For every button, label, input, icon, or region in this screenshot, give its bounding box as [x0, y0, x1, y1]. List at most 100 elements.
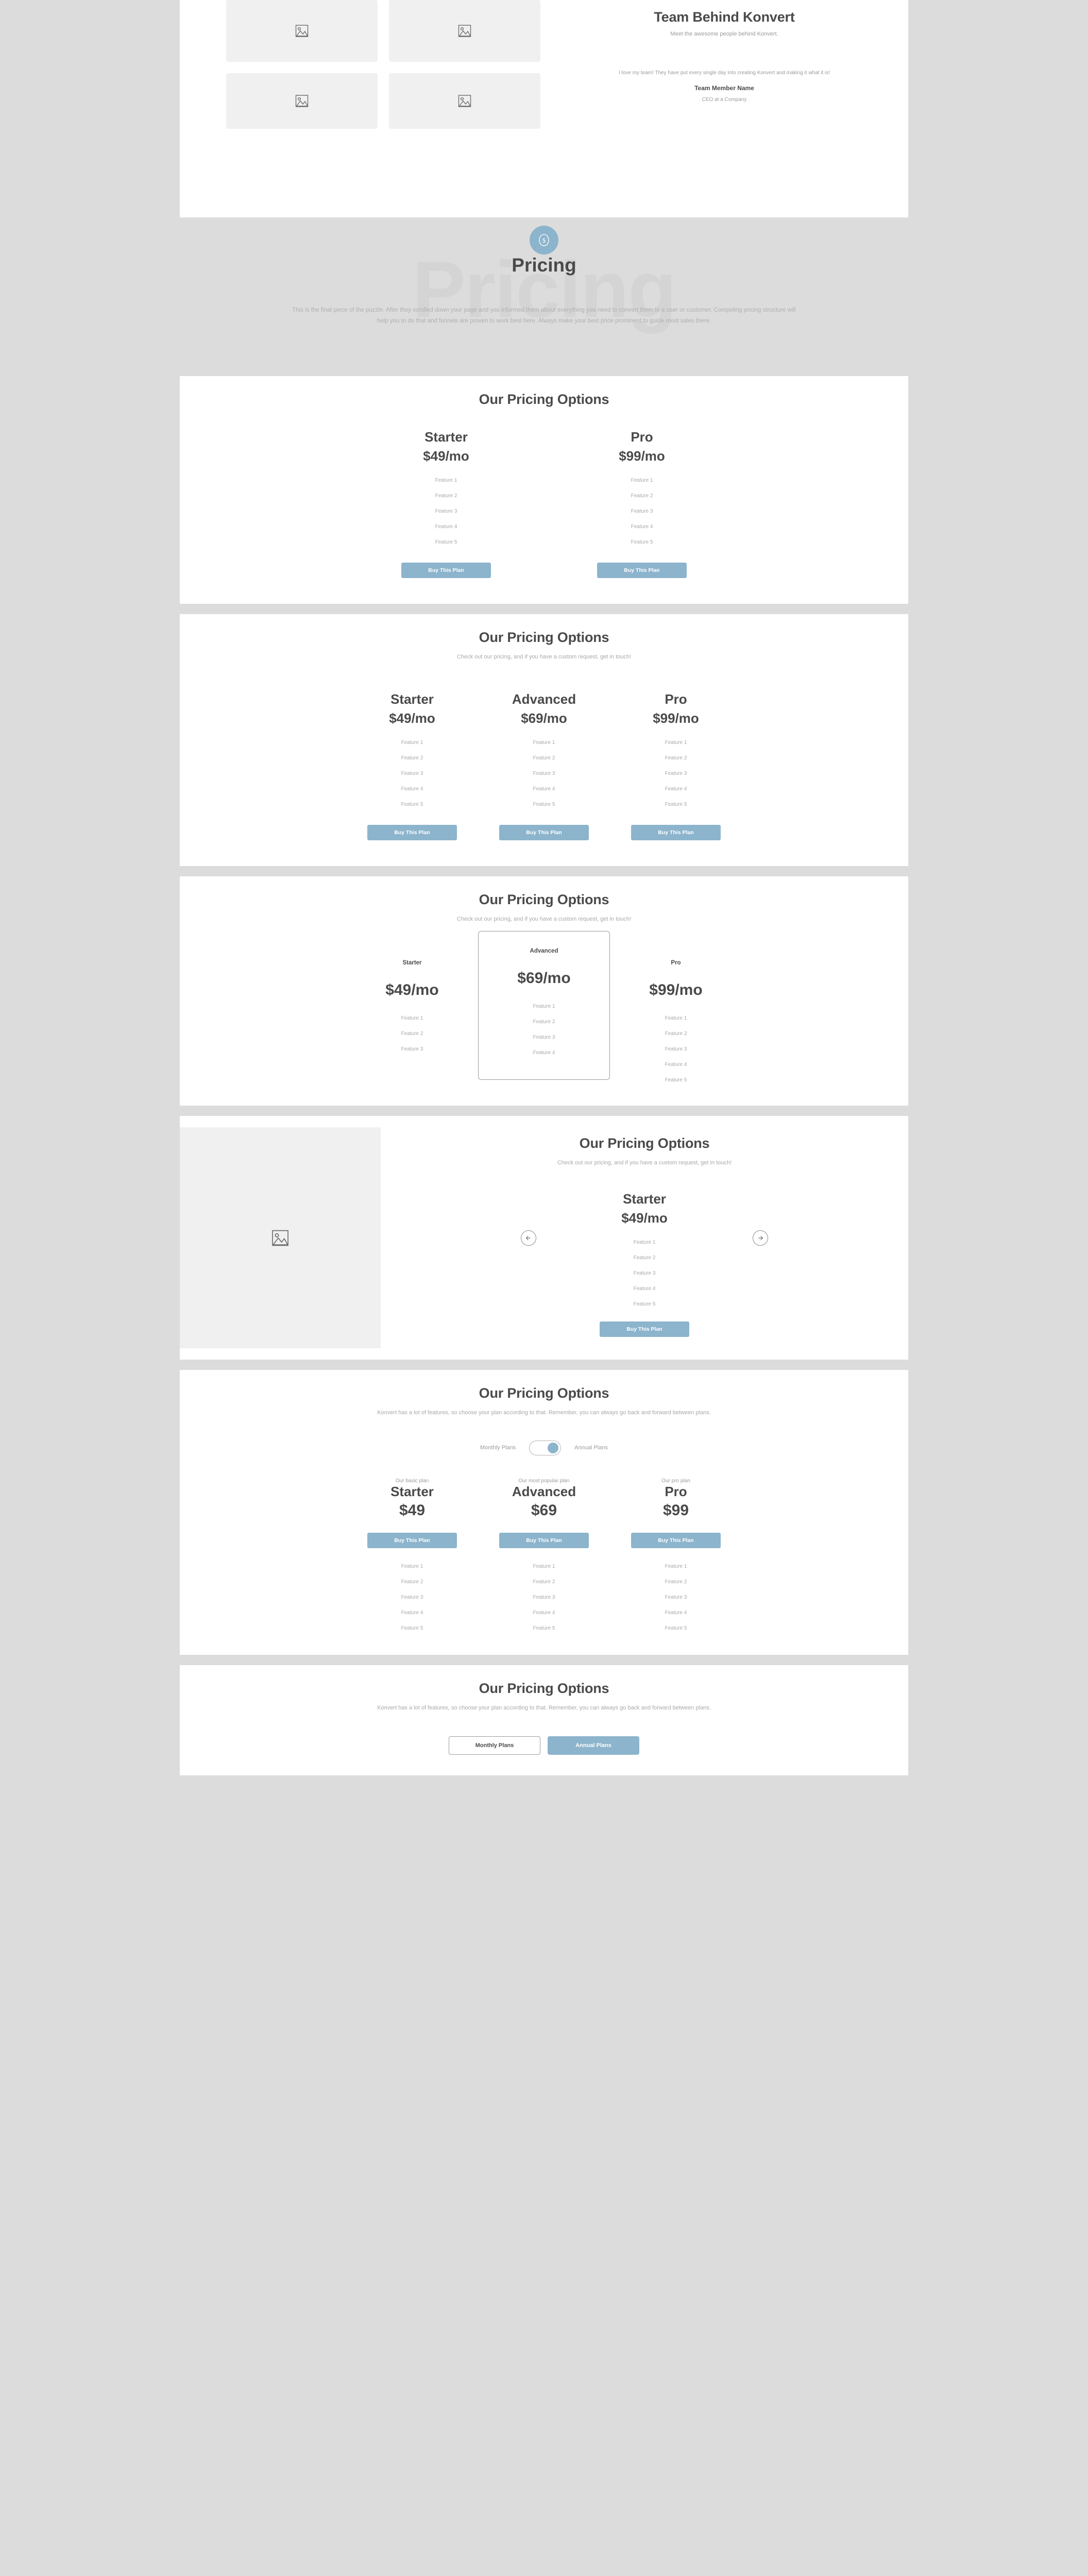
plan-name: Starter [390, 691, 434, 707]
feature-list: Feature 1 Feature 2 Feature 3 Feature 4 … [478, 1564, 610, 1631]
feature-list: Feature 1 Feature 2 Feature 3 Feature 4 … [478, 740, 610, 807]
plan-name: Starter [424, 429, 468, 445]
feature-item: Feature 4 [665, 786, 687, 792]
pricing-page: Team Behind Konvert Meet the awesome peo… [0, 0, 1088, 1775]
buy-plan-button[interactable]: Buy This Plan [499, 1532, 589, 1548]
dollar-circle-icon: $ [530, 226, 558, 255]
feature-list: Feature 1 Feature 2 Feature 3 Feature 4 … [348, 478, 544, 545]
team-photo-4[interactable] [389, 73, 540, 129]
section6-title: Our Pricing Options [479, 1680, 609, 1696]
billing-toggle-row: Monthly Plans Annual Plans [180, 1440, 908, 1455]
plan-name: Starter [402, 960, 422, 967]
feature-item: Feature 4 [401, 1609, 423, 1616]
arrow-right-circle-icon[interactable] [753, 1230, 768, 1246]
tab-monthly-plans[interactable]: Monthly Plans [449, 1736, 540, 1755]
plan-pro: Pro $99/mo Feature 1 Feature 2 Feature 3… [544, 429, 740, 578]
buy-plan-button[interactable]: Buy This Plan [597, 563, 687, 578]
team-member-name: Team Member Name [694, 84, 754, 92]
feature-item: Feature 2 [631, 493, 653, 499]
feature-item: Feature 5 [633, 1301, 656, 1308]
dollar-glyph-icon: $ [539, 234, 549, 246]
plan-starter: Our basic plan Starter $49 Buy This Plan… [346, 1478, 478, 1631]
plan-pro[interactable]: Pro $99/mo Feature 1 Feature 2 Feature 3… [610, 939, 742, 1083]
section1-plans: Starter $49/mo Feature 1 Feature 2 Featu… [180, 429, 908, 578]
plan-starter[interactable]: Starter $49/mo Feature 1 Feature 2 Featu… [346, 939, 478, 1052]
feature-item: Feature 2 [633, 1255, 656, 1261]
feature-item: Feature 5 [533, 802, 555, 808]
plan-name: Pro [631, 429, 653, 445]
buy-plan-button[interactable]: Buy This Plan [499, 825, 589, 841]
feature-list: Feature 1 Feature 2 Feature 3 Feature 4 … [610, 1564, 742, 1631]
feature-item: Feature 3 [401, 1594, 423, 1600]
plan-starter: Starter $49/mo Feature 1 Feature 2 Featu… [346, 691, 478, 841]
feature-item: Feature 4 [633, 1286, 656, 1292]
tab-annual-plans[interactable]: Annual Plans [548, 1736, 639, 1755]
team-photo-3[interactable] [226, 73, 378, 129]
pricing-section-toggle: Our Pricing Options Konvert has a lot of… [180, 1370, 908, 1655]
buy-plan-button[interactable]: Buy This Plan [401, 563, 491, 578]
feature-item: Feature 3 [665, 1046, 687, 1053]
toggle-knob [548, 1442, 559, 1453]
team-photo-2[interactable] [389, 0, 540, 62]
buy-plan-button[interactable]: Buy This Plan [367, 1532, 457, 1548]
team-member-role: CEO at a Company [702, 96, 747, 103]
feature-item: Feature 1 [401, 1563, 423, 1569]
buy-plan-button[interactable]: Buy This Plan [367, 825, 457, 841]
team-photo-1[interactable] [226, 0, 378, 62]
feature-item: Feature 2 [533, 1019, 555, 1025]
feature-item: Feature 4 [631, 524, 653, 530]
plan-name: Pro [671, 960, 681, 967]
feature-list: Feature 1 Feature 2 Feature 3 Feature 4 [479, 1004, 609, 1056]
feature-item: Feature 3 [533, 1035, 555, 1041]
plan-name: Advanced [512, 691, 576, 707]
plan-price: $49/mo [389, 710, 435, 726]
feature-item: Feature 2 [533, 1579, 555, 1585]
feature-item: Feature 1 [665, 1563, 687, 1569]
feature-item: Feature 3 [631, 509, 653, 514]
page-title: Pricing [512, 255, 576, 276]
team-copy: Team Behind Konvert Meet the awesome peo… [540, 0, 908, 217]
feature-item: Feature 3 [435, 509, 457, 514]
section5-plans: Our basic plan Starter $49 Buy This Plan… [180, 1478, 908, 1631]
section6-subtitle: Konvert has a lot of features, so choose… [377, 1704, 711, 1711]
billing-toggle-switch[interactable] [529, 1440, 562, 1455]
section3-plans: Starter $49/mo Feature 1 Feature 2 Featu… [180, 931, 908, 1083]
feature-item: Feature 5 [435, 539, 457, 545]
feature-list: Feature 1 Feature 2 Feature 3 Feature 4 … [536, 1240, 753, 1307]
feature-item: Feature 3 [401, 771, 423, 777]
toggle-label-annual: Annual Plans [574, 1445, 608, 1451]
feature-item: Feature 3 [665, 1594, 687, 1600]
image-placeholder-icon [272, 1230, 288, 1246]
plan-name: Advanced [530, 948, 558, 955]
buy-plan-button[interactable]: Buy This Plan [600, 1321, 689, 1337]
billing-tab-row: Monthly Plans Annual Plans [180, 1736, 908, 1755]
section3-title: Our Pricing Options [479, 892, 609, 908]
feature-item: Feature 4 [533, 1050, 555, 1056]
carousel-image-placeholder[interactable] [180, 1127, 381, 1349]
section4-title: Our Pricing Options [579, 1136, 710, 1151]
pricing-section-tabs: Our Pricing Options Konvert has a lot of… [180, 1665, 908, 1775]
feature-item: Feature 2 [533, 755, 555, 761]
team-section: Team Behind Konvert Meet the awesome peo… [180, 0, 908, 217]
feature-item: Feature 5 [401, 802, 423, 808]
plan-price: $49/mo [621, 1210, 668, 1226]
plan-advanced-highlighted[interactable]: Advanced $69/mo Feature 1 Feature 2 Feat… [478, 931, 610, 1080]
buy-plan-button[interactable]: Buy This Plan [631, 825, 721, 841]
plan-price: $49 [399, 1501, 426, 1519]
team-title: Team Behind Konvert [654, 9, 795, 25]
plan-pro: Pro $99/mo Feature 1 Feature 2 Feature 3… [610, 691, 742, 841]
section5-title: Our Pricing Options [479, 1385, 609, 1401]
feature-item: Feature 5 [533, 1625, 555, 1631]
plan-name: Starter [623, 1191, 666, 1207]
feature-item: Feature 1 [633, 1240, 656, 1246]
feature-list: Feature 1 Feature 2 Feature 3 Feature 4 … [346, 740, 478, 807]
plan-price: $69/mo [517, 970, 571, 987]
buy-plan-button[interactable]: Buy This Plan [631, 1532, 721, 1548]
plan-name: Pro [665, 691, 687, 707]
feature-item: Feature 2 [401, 1579, 423, 1585]
feature-item: Feature 2 [665, 1031, 687, 1037]
feature-item: Feature 2 [435, 493, 457, 499]
feature-list: Feature 1 Feature 2 Feature 3 Feature 4 … [346, 1564, 478, 1631]
plan-price: $99 [662, 1501, 689, 1519]
arrow-left-circle-icon[interactable] [521, 1230, 536, 1246]
